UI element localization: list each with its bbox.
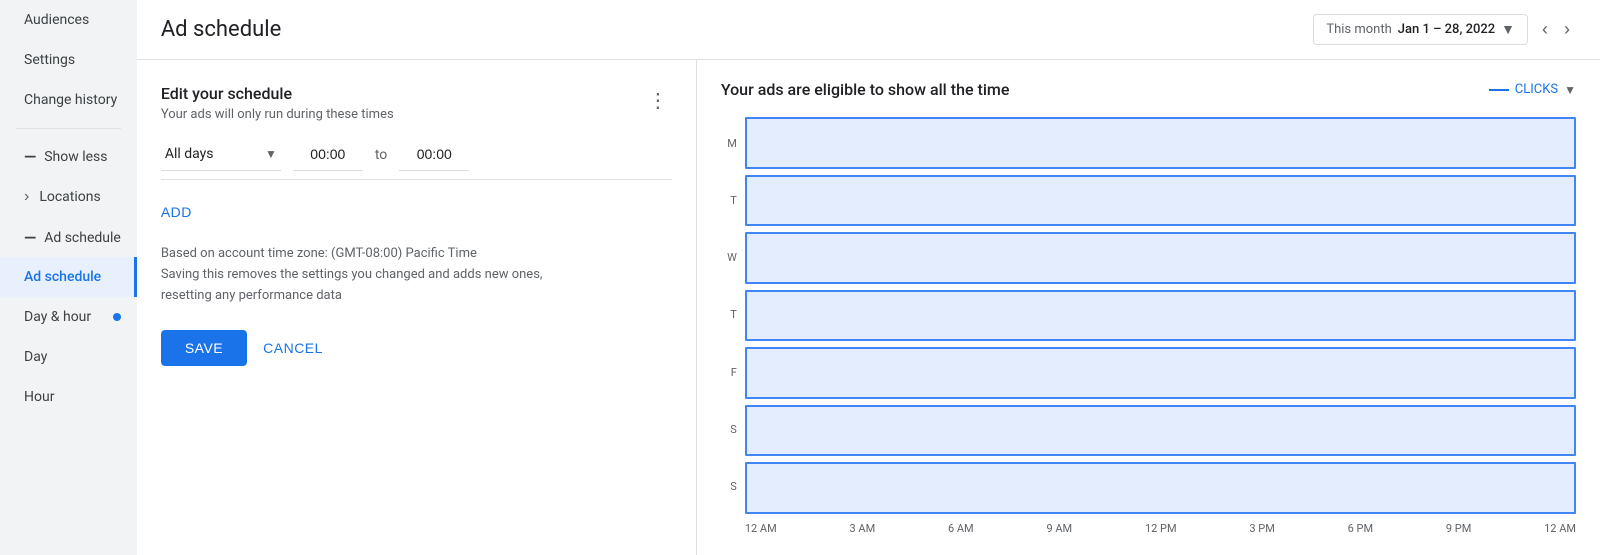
- sidebar-item-day[interactable]: Day: [0, 337, 137, 377]
- sidebar-item-day-hour[interactable]: Day & hour: [0, 297, 137, 337]
- to-label: to: [375, 147, 387, 163]
- edit-subtitle: Your ads will only run during these time…: [161, 107, 394, 122]
- sidebar-item-change-history[interactable]: Change history: [0, 80, 137, 120]
- sidebar-show-less[interactable]: — Show less: [0, 137, 137, 176]
- day-select[interactable]: All days ▼: [161, 138, 281, 171]
- y-label-f: F: [721, 367, 737, 378]
- main-area: Ad schedule This month Jan 1 – 28, 2022 …: [137, 0, 1600, 555]
- day-select-chevron-icon: ▼: [265, 147, 277, 161]
- date-label: This month: [1326, 22, 1391, 37]
- sidebar: Audiences Settings Change history — Show…: [0, 0, 137, 555]
- date-range-selector[interactable]: This month Jan 1 – 28, 2022 ▼: [1313, 14, 1528, 45]
- page-header: Ad schedule This month Jan 1 – 28, 2022 …: [137, 0, 1600, 60]
- day-select-value: All days: [165, 146, 257, 162]
- chevron-down-icon: ▼: [1501, 21, 1515, 38]
- info-line-1: Based on account time zone: (GMT-08:00) …: [161, 244, 672, 265]
- chart-body: 12 AM 3 AM 6 AM 9 AM 12 PM 3 PM 6 PM 9 P…: [745, 115, 1576, 535]
- content-area: Edit your schedule Your ads will only ru…: [137, 60, 1600, 555]
- x-label-12pm: 12 PM: [1145, 522, 1177, 535]
- page-title: Ad schedule: [161, 17, 281, 42]
- edit-panel-header: Edit your schedule Your ads will only ru…: [161, 84, 672, 122]
- y-label-s2: S: [721, 481, 737, 492]
- chart-bar-t2: [745, 290, 1576, 342]
- edit-panel-title-block: Edit your schedule Your ads will only ru…: [161, 84, 394, 122]
- active-dot: [113, 313, 121, 321]
- add-row: ADD: [161, 196, 672, 228]
- chart-bar-w: [745, 232, 1576, 284]
- date-range-value: Jan 1 – 28, 2022: [1398, 22, 1495, 37]
- sidebar-item-hour[interactable]: Hour: [0, 377, 137, 417]
- chart-row-s2: [745, 460, 1576, 516]
- info-line-3: resetting any performance data: [161, 286, 672, 307]
- chart-header: Your ads are eligible to show all the ti…: [721, 80, 1576, 99]
- edit-title: Edit your schedule: [161, 84, 394, 103]
- chart-container: M T W T F S S: [721, 115, 1576, 535]
- chart-x-labels: 12 AM 3 AM 6 AM 9 AM 12 PM 3 PM 6 PM 9 P…: [745, 522, 1576, 535]
- minus-icon: —: [24, 147, 36, 166]
- chart-bar-s2: [745, 462, 1576, 514]
- y-label-t1: T: [721, 195, 737, 206]
- y-label-m: M: [721, 138, 737, 149]
- info-line-2: Saving this removes the settings you cha…: [161, 265, 672, 286]
- prev-period-button[interactable]: ‹: [1536, 15, 1554, 44]
- info-section: Based on account time zone: (GMT-08:00) …: [161, 244, 672, 306]
- minus-icon-2: —: [24, 228, 36, 247]
- legend-line-icon: [1489, 89, 1509, 91]
- time-to-input[interactable]: [399, 138, 469, 171]
- add-button[interactable]: ADD: [161, 196, 192, 228]
- x-label-9pm: 9 PM: [1446, 522, 1471, 535]
- x-label-6pm: 6 PM: [1348, 522, 1373, 535]
- chart-rows: [745, 115, 1576, 516]
- chart-row-m: [745, 115, 1576, 171]
- y-label-s1: S: [721, 424, 737, 435]
- more-options-icon[interactable]: ⋮: [644, 84, 672, 116]
- chart-bar-t1: [745, 175, 1576, 227]
- sidebar-item-audiences[interactable]: Audiences: [0, 0, 137, 40]
- chart-y-labels: M T W T F S S: [721, 115, 745, 535]
- sidebar-ad-schedule-section[interactable]: — Ad schedule: [0, 218, 137, 257]
- chart-row-w: [745, 230, 1576, 286]
- y-label-t2: T: [721, 309, 737, 320]
- x-label-3am: 3 AM: [849, 522, 875, 535]
- save-button[interactable]: SAVE: [161, 330, 247, 366]
- x-label-3pm: 3 PM: [1249, 522, 1274, 535]
- sidebar-divider: [16, 128, 121, 129]
- action-buttons: SAVE CANCEL: [161, 330, 672, 366]
- chart-legend[interactable]: CLICKS ▼: [1489, 82, 1576, 97]
- chart-grid: M T W T F S S: [721, 115, 1576, 535]
- x-label-6am: 6 AM: [948, 522, 974, 535]
- locations-collapse-button[interactable]: ›: [20, 186, 33, 208]
- chart-title: Your ads are eligible to show all the ti…: [721, 80, 1010, 99]
- legend-label: CLICKS: [1515, 82, 1558, 97]
- chart-panel: Your ads are eligible to show all the ti…: [697, 60, 1600, 555]
- schedule-row: All days ▼ to: [161, 138, 672, 180]
- edit-schedule-panel: Edit your schedule Your ads will only ru…: [137, 60, 697, 555]
- date-section: This month Jan 1 – 28, 2022 ▼ ‹ ›: [1313, 14, 1576, 45]
- chart-row-s1: [745, 403, 1576, 459]
- sidebar-item-ad-schedule[interactable]: Ad schedule: [0, 257, 137, 297]
- chart-row-t2: [745, 288, 1576, 344]
- time-from-input[interactable]: [293, 138, 363, 171]
- legend-chevron-icon: ▼: [1564, 83, 1576, 97]
- y-label-w: W: [721, 252, 737, 263]
- next-period-button[interactable]: ›: [1558, 15, 1576, 44]
- sidebar-locations[interactable]: › Locations: [0, 176, 137, 218]
- x-label-12am-start: 12 AM: [745, 522, 777, 535]
- chart-row-f: [745, 345, 1576, 401]
- sidebar-item-settings[interactable]: Settings: [0, 40, 137, 80]
- x-label-12am-end: 12 AM: [1544, 522, 1576, 535]
- cancel-button[interactable]: CANCEL: [263, 340, 323, 356]
- nav-arrows: ‹ ›: [1536, 15, 1576, 44]
- x-label-9am: 9 AM: [1046, 522, 1072, 535]
- chart-bar-s1: [745, 405, 1576, 457]
- chart-row-t1: [745, 173, 1576, 229]
- chart-bar-f: [745, 347, 1576, 399]
- chart-bar-m: [745, 117, 1576, 169]
